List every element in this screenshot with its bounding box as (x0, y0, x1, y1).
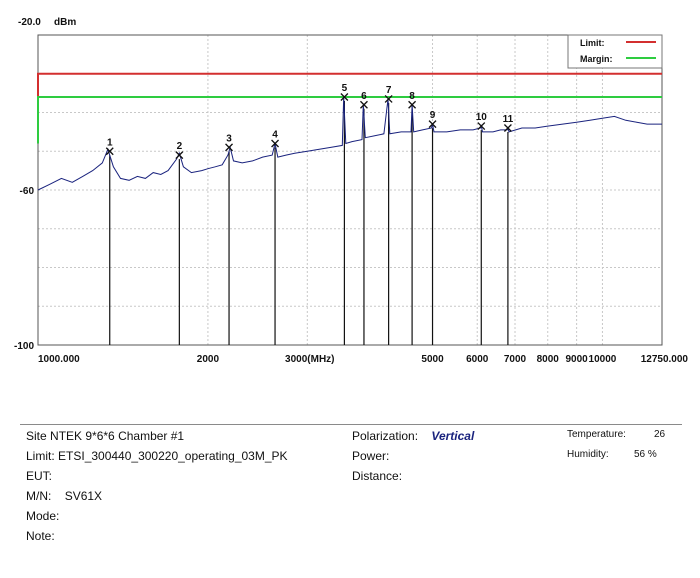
marker-8: 8 (408, 91, 417, 109)
marker-11: 11 (503, 114, 514, 132)
polarization-value: Vertical (431, 429, 475, 443)
site-label: Site (26, 429, 47, 443)
x-tick-8000: 8000 (537, 354, 560, 365)
marker-10-label: 10 (476, 112, 488, 123)
x-tick-7000: 7000 (504, 354, 527, 365)
x-tick-2000: 2000 (197, 354, 220, 365)
x-tick-6000: 6000 (466, 354, 489, 365)
spectrum-trace (37, 96, 662, 191)
emission-chart: 1 2 3 4 5 6 7 8 9 10 11 1000.000 2000 3000 (MHz) 5000 6… (14, 17, 688, 365)
marker-6-label: 6 (361, 91, 367, 102)
y-unit-label: dBm (54, 17, 76, 28)
marker-3-label: 3 (226, 133, 232, 144)
marker-7-label: 7 (386, 85, 392, 96)
mode-row: Mode: (26, 509, 59, 523)
marker-3: 3 (225, 133, 233, 152)
marker-9-label: 9 (430, 110, 436, 121)
power-row: Power: (352, 449, 389, 463)
marker-lines (109, 101, 509, 345)
legend-margin-label: Margin: (580, 54, 613, 64)
x-unit-label: (MHz) (307, 354, 334, 365)
power-label: Power: (352, 449, 390, 463)
note-label: Note: (26, 529, 55, 543)
limit-value: ETSI_300440_300220_operating_03M_PK (58, 449, 288, 463)
x-tick-1000.000: 1000.000 (38, 354, 80, 365)
info-separator (20, 424, 682, 425)
distance-row: Distance: (352, 469, 402, 483)
marker-1: 1 (105, 137, 114, 156)
x-tick-12750.000: 12750.000 (641, 354, 689, 365)
mn-row: M/N: SV61X (26, 489, 102, 503)
y-tick-labels: -20.0 -60 -100 (14, 17, 41, 352)
humidity-value: 56 % (634, 449, 657, 460)
reference-lines (37, 72, 662, 144)
humidity-label: Humidity: (567, 449, 609, 460)
legend: Limit: Margin: (567, 34, 663, 69)
polarization-label: Polarization: (352, 429, 419, 443)
y-tick--20.0: -20.0 (18, 17, 41, 28)
site-row: Site NTEK 9*6*6 Chamber #1 (26, 429, 184, 443)
chart-grid (38, 35, 662, 345)
y-tick--60: -60 (20, 186, 35, 197)
temperature-value: 26 (654, 429, 666, 440)
x-tick-9000: 9000 (565, 354, 588, 365)
marker-4-label: 4 (272, 130, 278, 141)
markers: 1 2 3 4 5 6 7 8 9 10 11 (105, 83, 514, 160)
temperature-label: Temperature: (567, 429, 626, 440)
marker-1-label: 1 (107, 137, 113, 148)
mn-label: M/N: (26, 489, 52, 503)
limit-row: Limit: ETSI_300440_300220_operating_03M_… (26, 449, 288, 463)
legend-limit-label: Limit: (580, 38, 605, 48)
marker-4: 4 (271, 130, 280, 148)
x-tick-labels: 1000.000 2000 3000 (MHz) 5000 6000 7000 8000 900… (38, 354, 688, 365)
marker-2: 2 (175, 141, 184, 160)
mode-label: Mode: (26, 509, 60, 523)
note-row: Note: (26, 529, 55, 543)
x-tick-5000: 5000 (421, 354, 444, 365)
marker-7: 7 (384, 85, 393, 103)
eut-row: EUT: (26, 469, 52, 483)
eut-label: EUT: (26, 469, 53, 483)
x-tick-10000: 10000 (589, 354, 617, 365)
polarization-row: Polarization: Vertical (352, 429, 474, 443)
y-tick--100: -100 (14, 341, 34, 352)
x-tick-3000: 3000 (285, 354, 308, 365)
marker-10: 10 (476, 112, 488, 131)
marker-9: 9 (428, 110, 437, 129)
marker-5-label: 5 (342, 83, 348, 94)
marker-2-label: 2 (177, 141, 183, 152)
site-value: NTEK 9*6*6 Chamber #1 (50, 429, 185, 443)
marker-11-label: 11 (503, 114, 514, 125)
marker-8-label: 8 (409, 91, 415, 102)
margin-line (37, 96, 662, 144)
distance-label: Distance: (352, 469, 403, 483)
mn-value: SV61X (64, 489, 103, 503)
limit-label: Limit: (26, 449, 55, 463)
marker-6: 6 (360, 91, 368, 109)
